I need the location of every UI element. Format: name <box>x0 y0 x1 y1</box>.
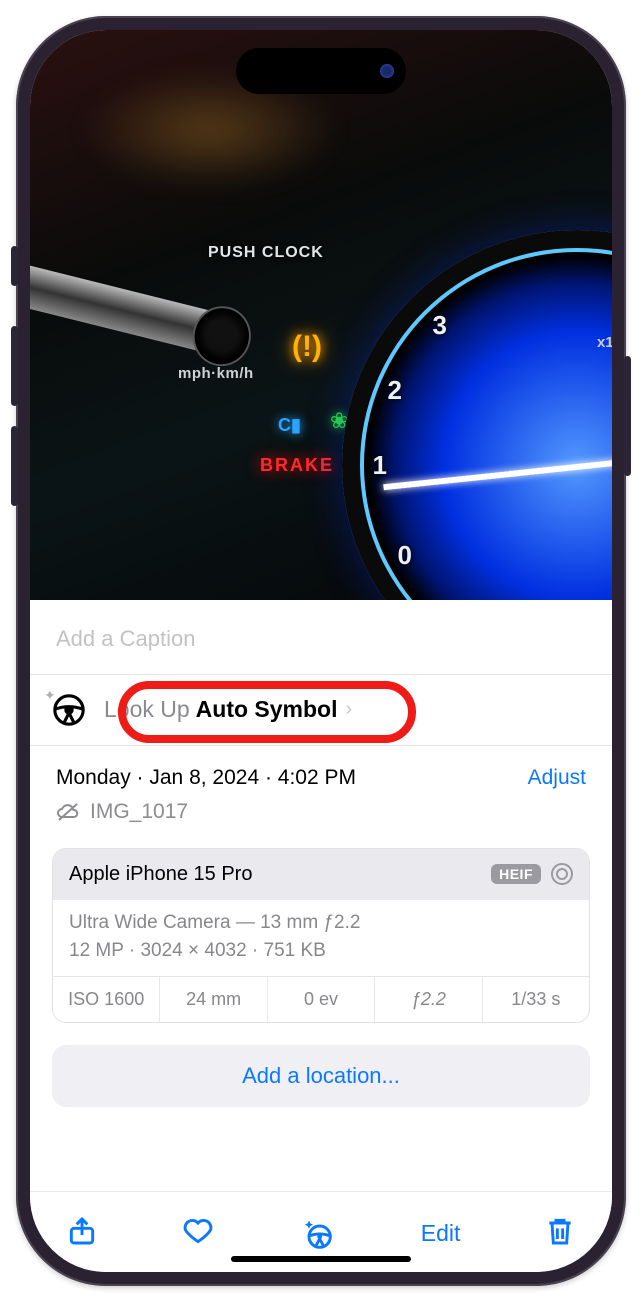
delete-button[interactable] <box>544 1215 576 1252</box>
icloud-off-icon <box>56 802 80 822</box>
photo-preview[interactable]: PUSH CLOCK mph·km/h (!) C▮ ❀ BRAKE 0 1 2… <box>30 30 612 600</box>
front-camera-icon <box>380 64 394 78</box>
visual-lookup-row[interactable]: ✦ Look Up Auto Symbol › <box>30 675 612 746</box>
lookup-prefix: Look Up <box>104 696 190 723</box>
steering-wheel-icon: ✦ <box>52 693 86 727</box>
capture-datetime: Monday · Jan 8, 2024 · 4:02 PM <box>56 766 356 790</box>
lens-info: Ultra Wide Camera — 13 mm ƒ2.2 <box>69 912 573 934</box>
format-badge: HEIF <box>491 864 541 884</box>
exif-shutter: 1/33 s <box>483 977 589 1022</box>
tacho-tick-3: 3 <box>433 310 447 341</box>
lens-icon <box>551 863 573 885</box>
exif-iso: ISO 1600 <box>53 977 160 1022</box>
visual-lookup-button[interactable] <box>297 1214 337 1254</box>
volume-up-button <box>11 326 18 406</box>
speed-units-label: mph·km/h <box>178 365 254 382</box>
add-location-button[interactable]: Add a location... <box>52 1045 590 1107</box>
tpms-warning-icon: (!) <box>292 330 322 364</box>
dynamic-island <box>236 48 406 94</box>
silence-switch <box>11 246 18 286</box>
chevron-right-icon: › <box>346 698 353 721</box>
sparkle-icon: ✦ <box>44 687 56 704</box>
volume-down-button <box>11 426 18 506</box>
coolant-temp-icon: C▮ <box>278 415 301 436</box>
exif-card: Apple iPhone 15 Pro HEIF Ultra Wide Came… <box>52 848 590 1023</box>
push-clock-label: PUSH CLOCK <box>208 245 324 262</box>
resolution-info: 12 MP · 3024 × 4032 · 751 KB <box>69 940 573 962</box>
filename-label: IMG_1017 <box>90 800 188 824</box>
exif-aperture: ƒ2.2 <box>375 977 482 1022</box>
screen: PUSH CLOCK mph·km/h (!) C▮ ❀ BRAKE 0 1 2… <box>30 30 612 1272</box>
edit-button[interactable]: Edit <box>421 1220 461 1247</box>
tacho-tick-2: 2 <box>388 375 402 406</box>
exif-focal: 24 mm <box>160 977 267 1022</box>
brake-warning-label: BRAKE <box>260 455 334 476</box>
tacho-tick-1: 1 <box>373 450 387 481</box>
lookup-subject: Auto Symbol <box>196 696 338 723</box>
tacho-x10-label: x10 <box>597 334 612 351</box>
device-model: Apple iPhone 15 Pro <box>69 863 252 886</box>
favorite-button[interactable] <box>182 1215 214 1252</box>
info-sheet: Add a Caption ✦ Look Up Auto Symbol › <box>30 600 612 1272</box>
dashboard-stalk <box>30 262 242 358</box>
caption-field[interactable]: Add a Caption <box>30 600 612 675</box>
lookup-label: Look Up Auto Symbol › <box>104 696 352 723</box>
side-button <box>624 356 631 476</box>
metadata-block: Monday · Jan 8, 2024 · 4:02 PM Adjust IM… <box>30 746 612 834</box>
iphone-frame: PUSH CLOCK mph·km/h (!) C▮ ❀ BRAKE 0 1 2… <box>16 16 626 1286</box>
exif-ev: 0 ev <box>268 977 375 1022</box>
tacho-tick-0: 0 <box>398 540 412 571</box>
home-indicator[interactable] <box>231 1256 411 1262</box>
adjust-button[interactable]: Adjust <box>528 766 586 790</box>
share-button[interactable] <box>66 1215 98 1252</box>
tachometer-gauge <box>342 230 612 600</box>
